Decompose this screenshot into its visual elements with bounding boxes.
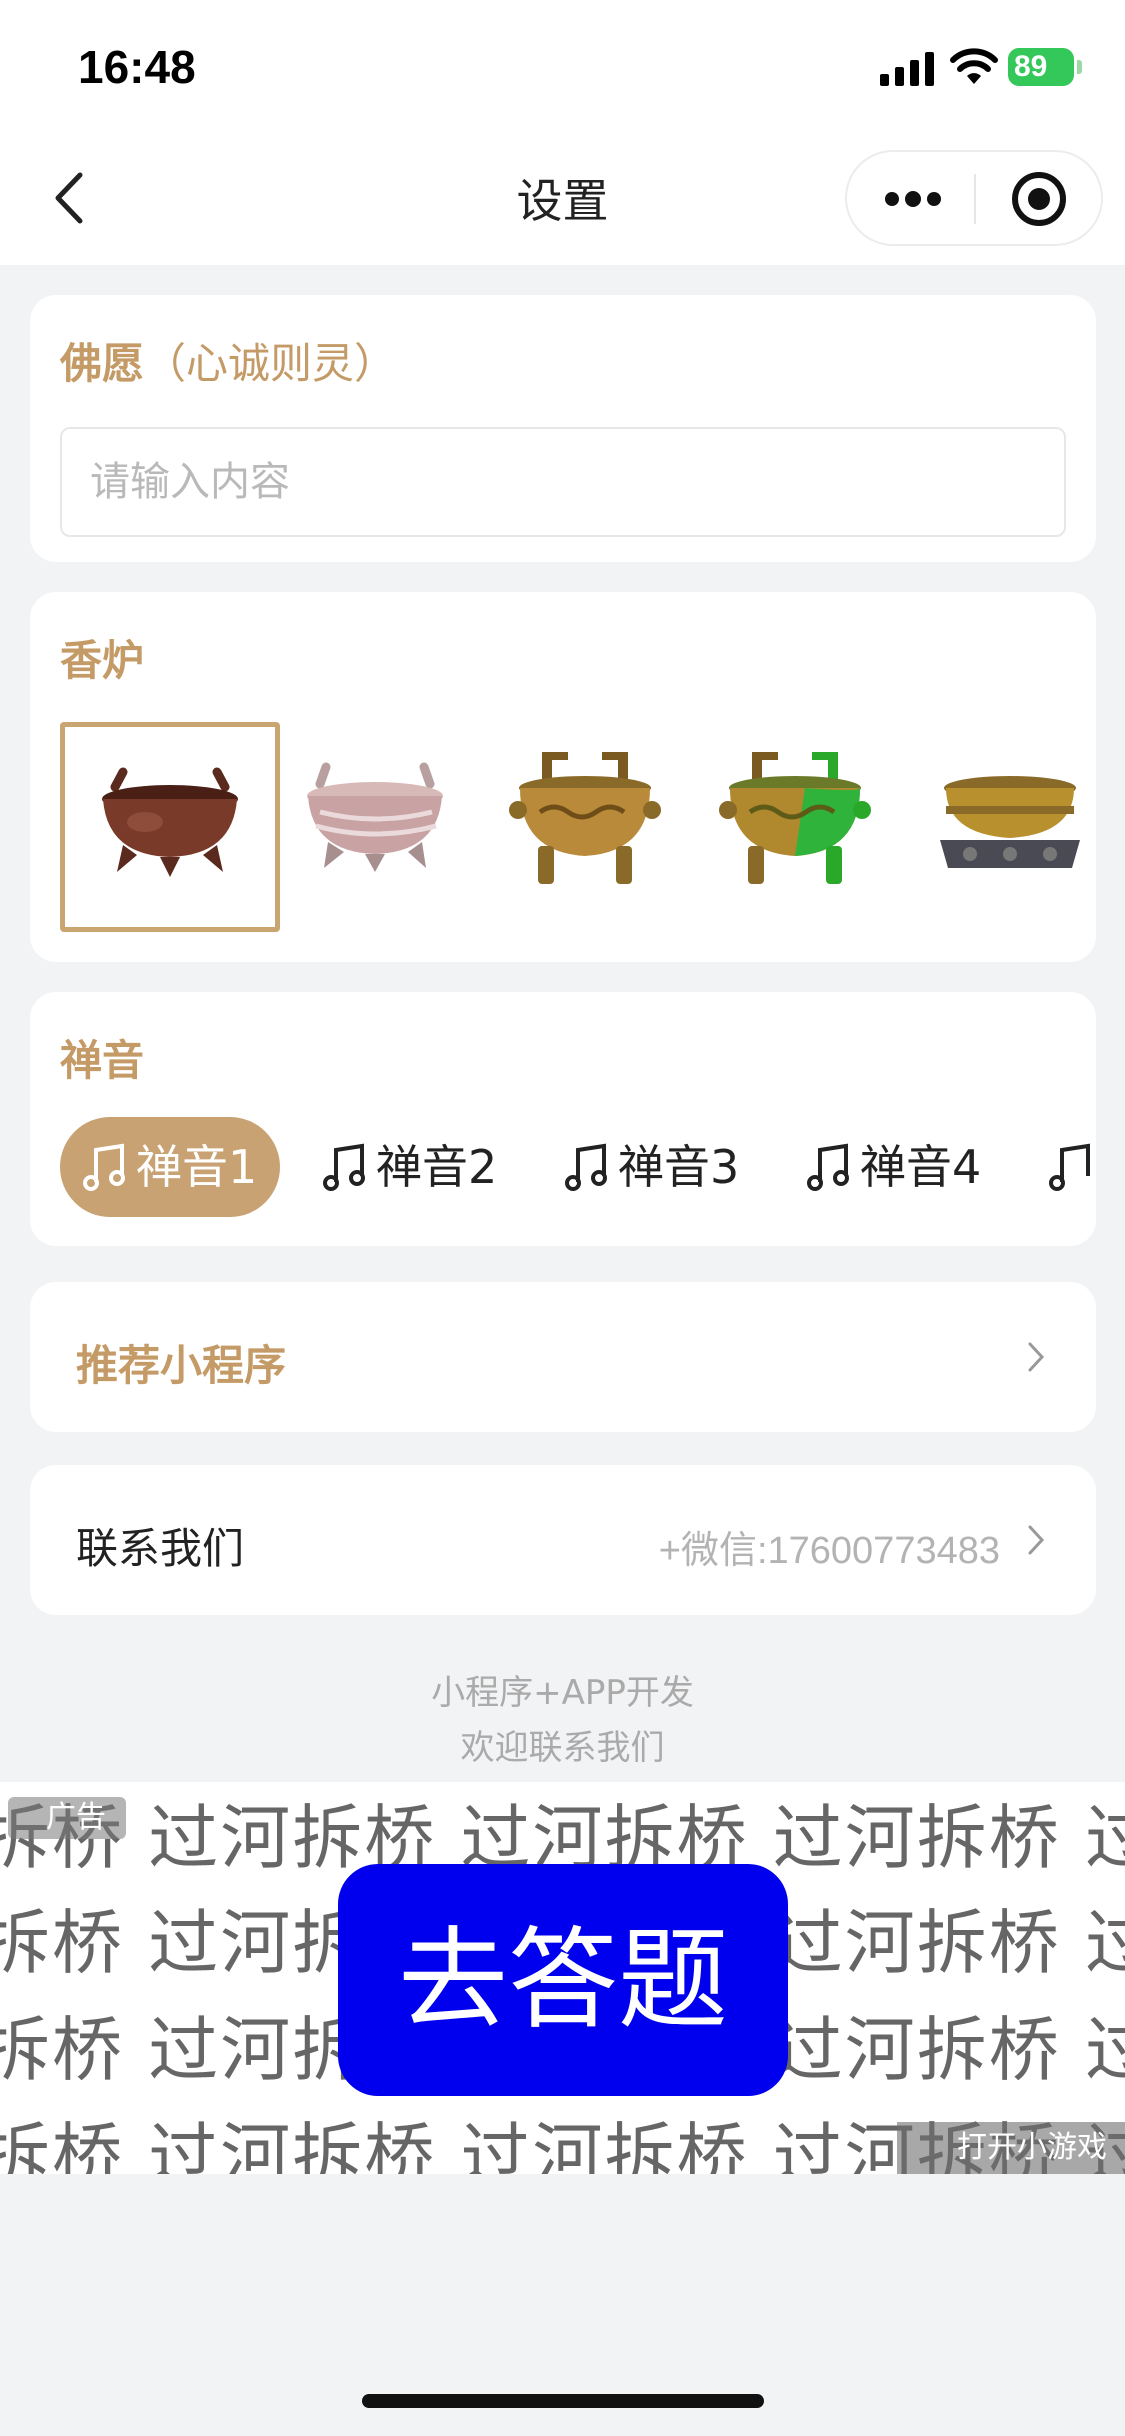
burner-option-1[interactable]	[60, 722, 280, 932]
footer-line-1: 小程序+APP开发	[431, 1673, 694, 1713]
music-label: 禅音3	[618, 1140, 740, 1194]
ad-tag-label: 广告	[46, 1800, 106, 1835]
wish-title: 佛愿（心诚则灵）	[60, 330, 396, 391]
incense-burner-pink-icon	[307, 762, 443, 872]
chevron-right-icon	[1028, 1525, 1045, 1555]
burner-option-5[interactable]	[900, 722, 1100, 932]
more-dots-icon[interactable]	[883, 182, 943, 216]
battery-indicator: 89	[1008, 48, 1082, 86]
wish-input[interactable]	[60, 427, 1066, 537]
wish-hint: （心诚则灵）	[144, 339, 397, 388]
music-label: 禅音4	[860, 1140, 982, 1194]
ad-tag[interactable]: 广告	[8, 1797, 126, 1839]
incense-burner-card: 香炉	[30, 592, 1096, 962]
footer-line-2: 欢迎联系我们	[460, 1728, 665, 1768]
incense-burner-stand-icon	[940, 776, 1080, 868]
music-label: 禅音1	[136, 1140, 258, 1194]
zen-music-card: 禅音 禅音1 禅音2 禅音3 禅音4	[30, 992, 1096, 1246]
music-note-icon	[83, 1143, 125, 1191]
nav-bar: 设置	[0, 135, 1125, 265]
music-note-icon	[807, 1143, 849, 1191]
contact-label: 联系我们	[76, 1524, 245, 1573]
open-mini-game-label: 打开小游戏	[957, 2130, 1107, 2165]
music-note-icon	[1049, 1143, 1090, 1191]
ad-banner[interactable]: 拆桥 过河拆桥 过河拆桥 过河拆桥 过河 拆桥 过河拆桥 过河拆桥 过河拆桥 过…	[0, 1782, 1125, 2174]
status-bar: 16:48 89	[0, 0, 1125, 135]
music-list: 禅音1 禅音2 禅音3 禅音4	[60, 1117, 1100, 1217]
music-option-3[interactable]: 禅音3	[542, 1117, 762, 1217]
burner-option-2[interactable]	[270, 722, 490, 932]
wifi-icon	[950, 48, 998, 84]
home-indicator[interactable]	[362, 2394, 764, 2408]
incense-burner-gold-icon	[509, 752, 661, 884]
music-label: 禅音2	[376, 1140, 498, 1194]
contact-us-row[interactable]: 联系我们 +微信:17600773483	[30, 1465, 1096, 1615]
status-time: 16:48	[78, 41, 196, 93]
battery-level: 89	[1014, 50, 1048, 83]
close-target-icon[interactable]	[1012, 172, 1066, 226]
music-option-1[interactable]: 禅音1	[60, 1117, 280, 1217]
recommend-label: 推荐小程序	[76, 1341, 287, 1390]
music-option-4[interactable]: 禅音4	[784, 1117, 1004, 1217]
music-note-icon	[323, 1143, 365, 1191]
recommend-mini-program-row[interactable]: 推荐小程序	[30, 1282, 1096, 1432]
go-answer-button[interactable]: 去答题	[338, 1864, 788, 2096]
capsule-divider	[974, 174, 976, 224]
cellular-signal-icon	[880, 52, 934, 86]
contact-wechat-value: +微信:17600773483	[658, 1530, 1000, 1572]
wish-title-text: 佛愿	[60, 339, 145, 388]
burner-option-4[interactable]	[690, 722, 910, 932]
open-mini-game-button[interactable]: 打开小游戏	[897, 2122, 1125, 2174]
burner-list	[60, 722, 1100, 932]
music-option-2[interactable]: 禅音2	[300, 1117, 520, 1217]
burner-option-3[interactable]	[480, 722, 700, 932]
mini-program-capsule	[845, 150, 1103, 246]
incense-burner-bronze-icon	[102, 767, 238, 877]
music-note-icon	[565, 1143, 607, 1191]
music-title: 禅音	[60, 1036, 145, 1085]
incense-burner-green-icon	[719, 752, 871, 884]
music-option-5-partial[interactable]	[1026, 1117, 1100, 1217]
burner-title: 香炉	[60, 636, 145, 685]
wish-card: 佛愿（心诚则灵）	[30, 295, 1096, 562]
chevron-right-icon	[1028, 1342, 1045, 1372]
